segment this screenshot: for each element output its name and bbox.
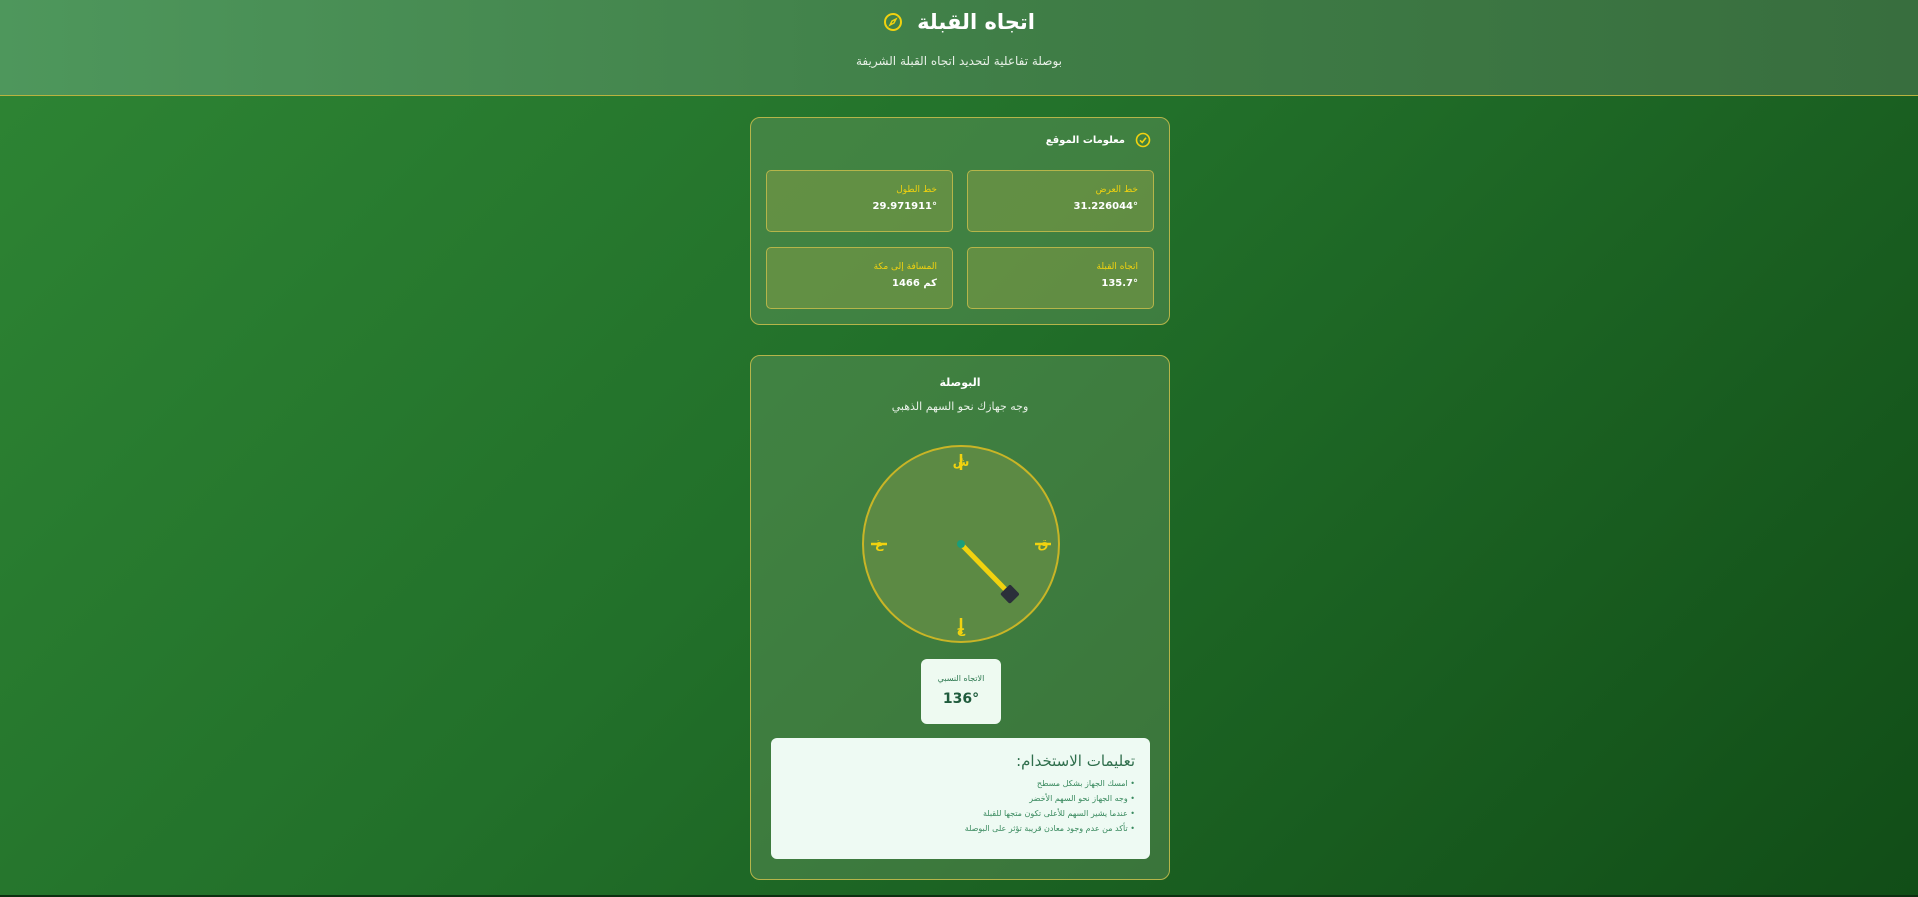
instructions-title: تعليمات الاستخدام: [1016, 752, 1135, 770]
longitude-label: خط الطول [896, 185, 937, 195]
page-title: اتجاه القبلة [917, 10, 1035, 34]
longitude-value: 29.971911° [872, 201, 937, 212]
relative-bearing-value: 136° [942, 691, 980, 707]
distance-label: المسافة إلى مكة [873, 262, 937, 272]
instruction-item: عندما يشير السهم للأعلى تكون متجها للقبل… [786, 806, 1135, 821]
location-heading: معلومات الموقع [1046, 132, 1151, 148]
latitude-value: 31.226044° [1073, 201, 1138, 212]
compass-title: البوصلة [939, 376, 981, 389]
distance-box: المسافة إلى مكة 1466 كم [766, 247, 953, 309]
dir-east: ق [1038, 537, 1049, 551]
instruction-item: وجه الجهاز نحو السهم الأخضر [786, 791, 1135, 806]
distance-value: 1466 كم [892, 278, 937, 289]
qibla-value: 135.7° [1101, 278, 1138, 289]
dir-north: ش [953, 455, 970, 469]
instruction-item: تأكد من عدم وجود معادن قريبة تؤثر على ال… [786, 821, 1135, 836]
relative-bearing-label: الاتجاه النسبي [937, 674, 985, 683]
page-header: اتجاه القبلة بوصلة تفاعلية لتحديد اتجاه … [0, 0, 1918, 96]
compass-card: البوصلة وجه جهازك نحو السهم الذهبي ش ج ق… [750, 355, 1170, 880]
location-card: معلومات الموقع خط العرض 31.226044° خط ال… [750, 117, 1170, 325]
instructions-panel: تعليمات الاستخدام: امسك الجهاز بشكل مسطح… [771, 738, 1150, 859]
page-subtitle: بوصلة تفاعلية لتحديد اتجاه القبلة الشريف… [855, 54, 1063, 68]
dir-west: غ [875, 537, 884, 551]
location-heading-label: معلومات الموقع [1045, 134, 1125, 146]
qibla-label: اتجاه القبلة [1096, 262, 1138, 272]
latitude-label: خط العرض [1095, 185, 1138, 195]
instructions-list: امسك الجهاز بشكل مسطح وجه الجهاز نحو الس… [786, 776, 1135, 836]
longitude-box: خط الطول 29.971911° [766, 170, 953, 232]
qibla-box: اتجاه القبلة 135.7° [967, 247, 1154, 309]
dir-south: ج [957, 622, 966, 636]
latitude-box: خط العرض 31.226044° [967, 170, 1154, 232]
check-circle-icon [1135, 132, 1151, 148]
header-title-row: اتجاه القبلة [0, 10, 1918, 34]
compass-dial: ش ج ق غ [862, 445, 1060, 643]
needle-pivot [957, 540, 965, 548]
instruction-item: امسك الجهاز بشكل مسطح [786, 776, 1135, 791]
compass-icon [883, 12, 903, 32]
relative-bearing-box: الاتجاه النسبي 136° [921, 659, 1001, 724]
compass-hint: وجه جهازك نحو السهم الذهبي [891, 400, 1029, 413]
